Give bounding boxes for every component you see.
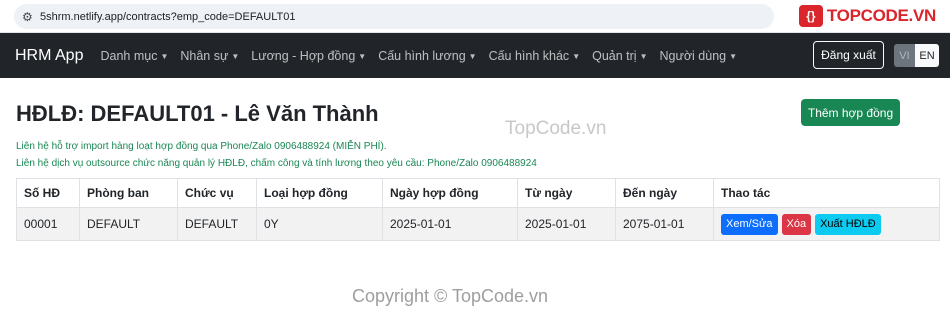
language-toggle: VI EN [894, 44, 939, 67]
nav-item-quan-tri[interactable]: Quản trị ▼ [592, 49, 647, 63]
contact-note-outsource: Liên hệ dịch vụ outsource chức năng quản… [16, 158, 537, 169]
nav-item-luong-hop-dong[interactable]: Lương - Hợp đồng ▼ [251, 49, 366, 63]
caret-down-icon: ▼ [468, 51, 477, 61]
edit-button[interactable]: Xem/Sửa [721, 213, 778, 235]
col-thao-tac: Thao tác [713, 178, 940, 208]
address-bar[interactable]: ⚙ 5shrm.netlify.app/contracts?emp_code=D… [14, 4, 774, 29]
page-title: HĐLĐ: DEFAULT01 - Lê Văn Thành [16, 101, 379, 126]
nav-item-label: Lương - Hợp đồng [251, 48, 356, 63]
caret-down-icon: ▼ [160, 51, 169, 61]
tune-icon[interactable]: ⚙ [22, 10, 40, 24]
col-chuc-vu: Chức vụ [177, 178, 257, 208]
caret-down-icon: ▼ [572, 51, 581, 61]
topcode-logo-text: TOPCODE.VN [826, 6, 936, 25]
nav-item-label: Cấu hình khác [488, 48, 570, 63]
nav-item-label: Người dùng [659, 48, 727, 63]
app-navbar: HRM App Danh mục ▼ Nhân sự ▼ Lương - Hợp đ… [0, 33, 950, 78]
contracts-table: Số HĐ Phòng ban Chức vụ Loại hợp đồng Ng… [16, 178, 940, 241]
cell-den-ngay: 2075-01-01 [615, 207, 714, 241]
caret-down-icon: ▼ [639, 51, 648, 61]
nav-item-cau-hinh-luong[interactable]: Cấu hình lương ▼ [378, 49, 476, 63]
nav-item-nhan-su[interactable]: Nhân sự ▼ [180, 49, 239, 63]
col-tu-ngay: Từ ngày [517, 178, 616, 208]
export-contract-button[interactable]: Xuất HĐLĐ [815, 213, 881, 235]
add-contract-button[interactable]: Thêm hợp đồng [801, 99, 900, 126]
lang-vi-button[interactable]: VI [894, 44, 915, 67]
nav-item-label: Quản trị [592, 48, 637, 63]
cell-so-hd: 00001 [16, 207, 80, 241]
caret-down-icon: ▼ [729, 51, 738, 61]
cell-chuc-vu: DEFAULT [177, 207, 257, 241]
nav-item-label: Nhân sự [180, 48, 229, 63]
cell-tu-ngay: 2025-01-01 [517, 207, 616, 241]
cell-actions: Xem/Sửa Xóa Xuất HĐLĐ [713, 207, 940, 241]
topcode-logo-icon: {} [798, 5, 823, 27]
nav-item-danh-muc[interactable]: Danh mục ▼ [100, 49, 168, 63]
nav-item-nguoi-dung[interactable]: Người dùng ▼ [660, 49, 738, 63]
url-text[interactable]: 5shrm.netlify.app/contracts?emp_code=DEF… [40, 11, 295, 23]
nav-item-cau-hinh-khac[interactable]: Cấu hình khác ▼ [489, 49, 581, 63]
table-header-row: Số HĐ Phòng ban Chức vụ Loại hợp đồng Ng… [16, 178, 940, 208]
browser-bar: ⚙ 5shrm.netlify.app/contracts?emp_code=D… [0, 0, 950, 33]
cell-phong-ban: DEFAULT [79, 207, 178, 241]
cell-ngay-hop-dong: 2025-01-01 [382, 207, 518, 241]
contact-note-import: Liên hệ hỗ trợ import hàng loạt hợp đồng… [16, 141, 387, 152]
col-ngay-hop-dong: Ngày hợp đồng [382, 178, 518, 208]
delete-button[interactable]: Xóa [781, 213, 812, 235]
app-brand[interactable]: HRM App [15, 47, 83, 65]
table-row: 00001 DEFAULT DEFAULT 0Y 2025-01-01 2025… [16, 207, 940, 241]
cell-loai-hop-dong: 0Y [256, 207, 383, 241]
nav-item-label: Danh mục [100, 48, 158, 63]
nav-item-label: Cấu hình lương [378, 48, 466, 63]
col-so-hd: Số HĐ [16, 178, 80, 208]
copyright-watermark: Copyright © TopCode.vn [352, 286, 549, 306]
topcode-logo: {} TOPCODE.VN [798, 5, 936, 27]
col-den-ngay: Đến ngày [615, 178, 714, 208]
caret-down-icon: ▼ [231, 51, 240, 61]
col-phong-ban: Phòng ban [79, 178, 178, 208]
col-loai-hop-dong: Loại hợp đồng [256, 178, 383, 208]
logout-button[interactable]: Đăng xuất [813, 41, 884, 69]
lang-en-button[interactable]: EN [915, 44, 939, 67]
watermark-text: TopCode.vn [505, 118, 607, 139]
caret-down-icon: ▼ [358, 51, 367, 61]
